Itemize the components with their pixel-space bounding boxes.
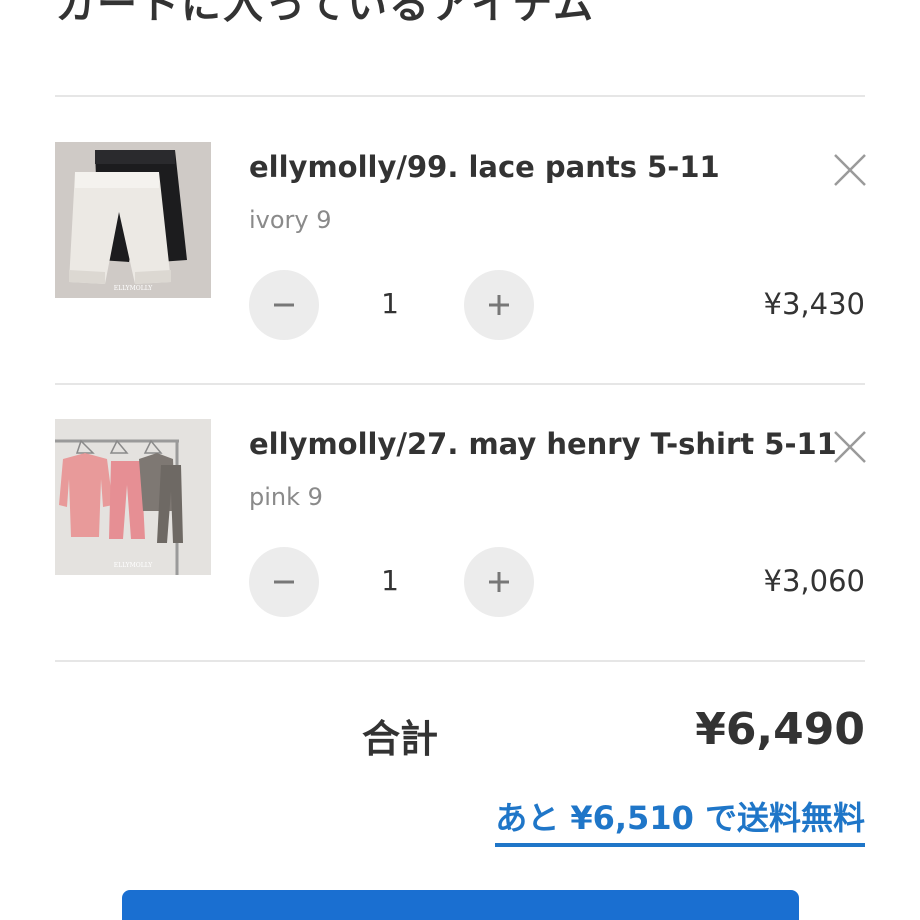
- divider: [55, 95, 865, 97]
- svg-text:ELLYMOLLY: ELLYMOLLY: [114, 285, 154, 292]
- total-value: ¥6,490: [695, 704, 865, 755]
- divider: [55, 660, 865, 662]
- free-shipping-link[interactable]: あと ¥6,510 で送料無料: [495, 793, 865, 847]
- quantity-value: 1: [381, 564, 399, 597]
- svg-text:ELLYMOLLY: ELLYMOLLY: [114, 562, 154, 569]
- increase-quantity-button[interactable]: [464, 270, 534, 340]
- cart-item: ELLYMOLLY ellymolly/99. lace pants 5-11 …: [55, 142, 866, 402]
- plus-icon: [489, 295, 509, 315]
- product-image[interactable]: ELLYMOLLY: [55, 419, 211, 575]
- close-icon: [834, 154, 866, 186]
- decrease-quantity-button[interactable]: [249, 270, 319, 340]
- divider: [55, 383, 865, 385]
- product-image[interactable]: ELLYMOLLY: [55, 142, 211, 298]
- item-name[interactable]: ellymolly/27. may henry T-shirt 5-11: [249, 427, 837, 461]
- increase-quantity-button[interactable]: [464, 547, 534, 617]
- remove-item-button[interactable]: [830, 427, 870, 467]
- total-label: 合計: [362, 717, 439, 761]
- close-icon: [834, 431, 866, 463]
- quantity-value: 1: [381, 287, 399, 320]
- page-title: カートに入っているアイテム: [55, 0, 595, 28]
- cart-item: ELLYMOLLY ellymolly/27. may henry T-shir…: [55, 419, 866, 679]
- item-name[interactable]: ellymolly/99. lace pants 5-11: [249, 150, 720, 184]
- item-price: ¥3,060: [763, 564, 865, 598]
- minus-icon: [274, 303, 294, 307]
- plus-icon: [489, 572, 509, 592]
- item-variant: pink 9: [249, 483, 323, 511]
- cart-page: カートに入っているアイテム ELLYMOLLY ellymolly/99. la…: [0, 0, 920, 920]
- remove-item-button[interactable]: [830, 150, 870, 190]
- item-variant: ivory 9: [249, 206, 332, 234]
- decrease-quantity-button[interactable]: [249, 547, 319, 617]
- minus-icon: [274, 580, 294, 584]
- checkout-button[interactable]: [122, 890, 799, 920]
- item-price: ¥3,430: [763, 287, 865, 321]
